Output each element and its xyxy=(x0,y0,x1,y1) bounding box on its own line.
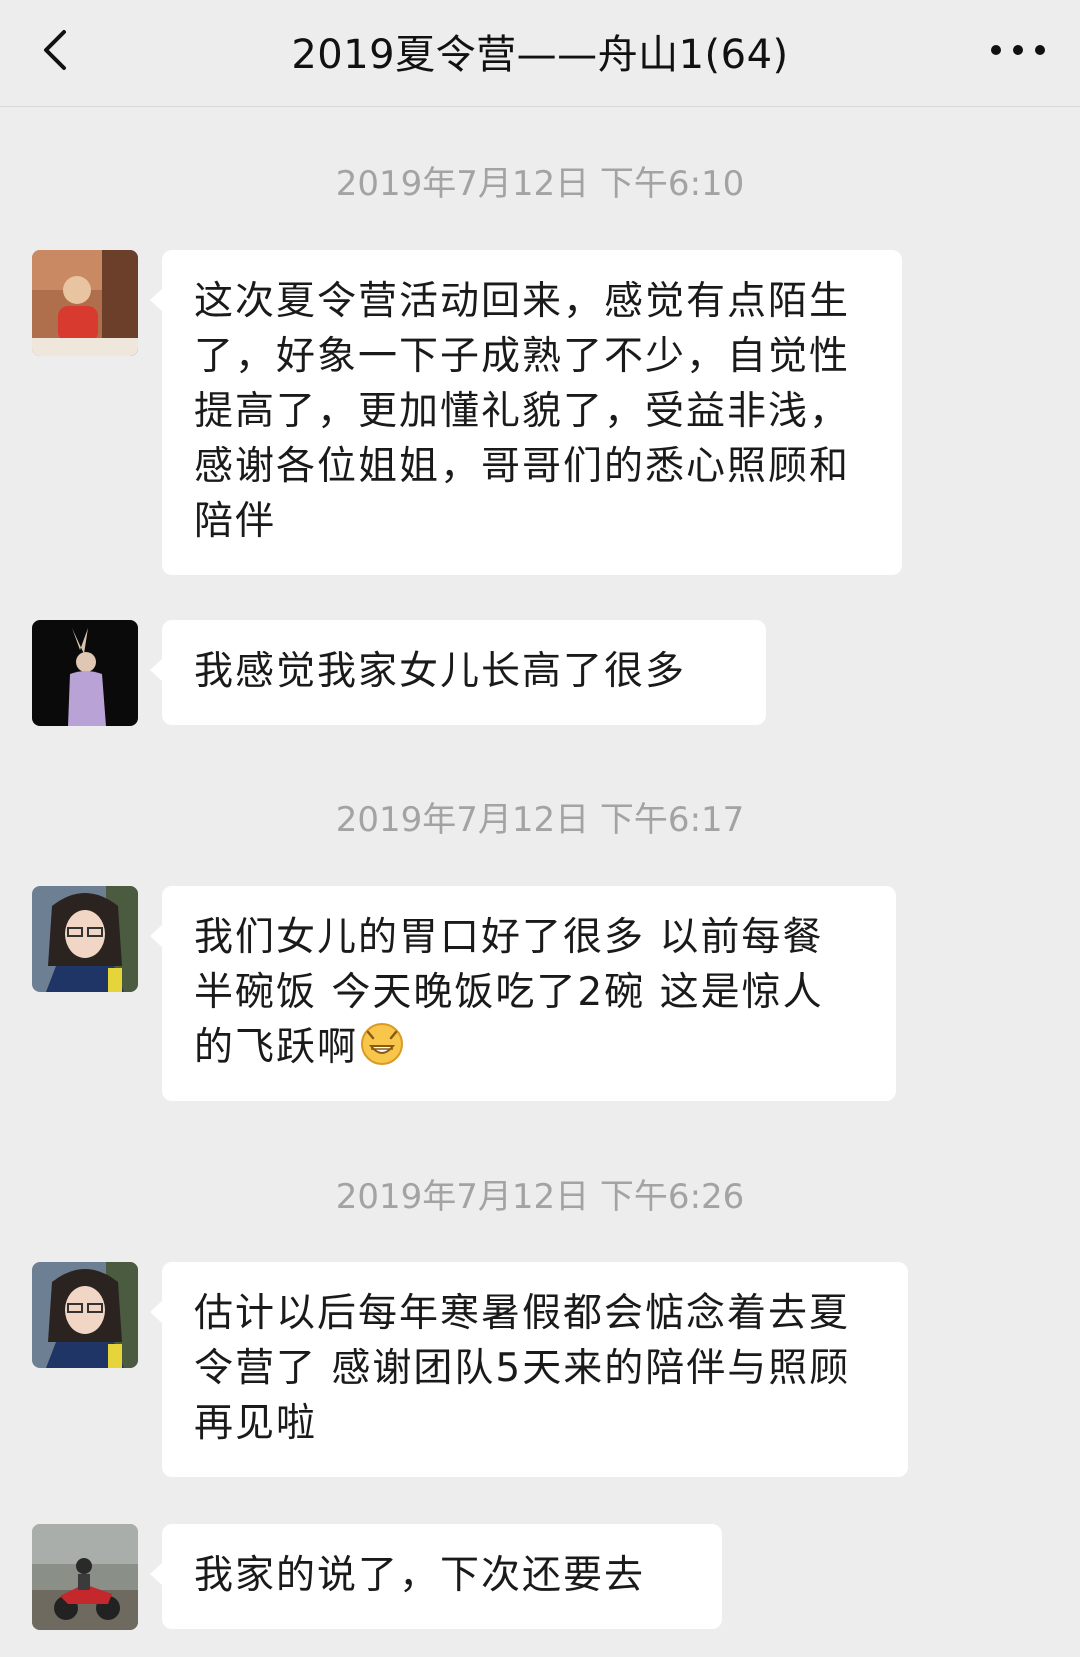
message-text: 我家的说了，下次还要去 xyxy=(194,1553,646,1598)
message-bubble[interactable]: 我家的说了，下次还要去 xyxy=(150,1524,722,1629)
back-button[interactable] xyxy=(34,26,82,74)
message-bubble[interactable]: 这次夏令营活动回来，感觉有点陌生了，好象一下子成熟了不少，自觉性提高了，更加懂礼… xyxy=(150,250,902,575)
grinning-face-icon xyxy=(360,1022,404,1066)
message-bubble[interactable]: 我感觉我家女儿长高了很多 xyxy=(150,620,766,725)
timestamp: 2019年7月12日 下午6:26 xyxy=(335,1177,745,1217)
more-button[interactable] xyxy=(986,30,1050,70)
message-bubble[interactable]: 我们女儿的胃口好了很多 以前每餐半碗饭 今天晚饭吃了2碗 这是惊人的飞跃啊 xyxy=(150,886,896,1101)
message-text: 这次夏令营活动回来，感觉有点陌生了，好象一下子成熟了不少，自觉性提高了，更加懂礼… xyxy=(194,279,851,544)
chat-header: 2019夏令营——舟山1(64) xyxy=(0,0,1080,107)
timestamp: 2019年7月12日 下午6:17 xyxy=(335,800,745,840)
avatar[interactable] xyxy=(32,620,138,726)
chevron-left-icon xyxy=(44,30,66,70)
message-text: 我感觉我家女儿长高了很多 xyxy=(194,649,687,694)
avatar[interactable] xyxy=(32,1262,138,1368)
message-text: 估计以后每年寒暑假都会惦念着去夏令营了 感谢团队5天来的陪伴与照顾 再见啦 xyxy=(194,1291,851,1446)
chat-title: 2019夏令营——舟山1(64) xyxy=(291,32,789,78)
message-text: 我们女儿的胃口好了很多 以前每餐半碗饭 今天晚饭吃了2碗 这是惊人的飞跃啊 xyxy=(194,915,824,1070)
timestamp: 2019年7月12日 下午6:10 xyxy=(335,164,745,204)
message-bubble[interactable]: 估计以后每年寒暑假都会惦念着去夏令营了 感谢团队5天来的陪伴与照顾 再见啦 xyxy=(150,1262,908,1477)
avatar[interactable] xyxy=(32,886,138,992)
avatar[interactable] xyxy=(32,250,138,356)
more-dots-icon xyxy=(991,45,1045,55)
avatar[interactable] xyxy=(32,1524,138,1630)
